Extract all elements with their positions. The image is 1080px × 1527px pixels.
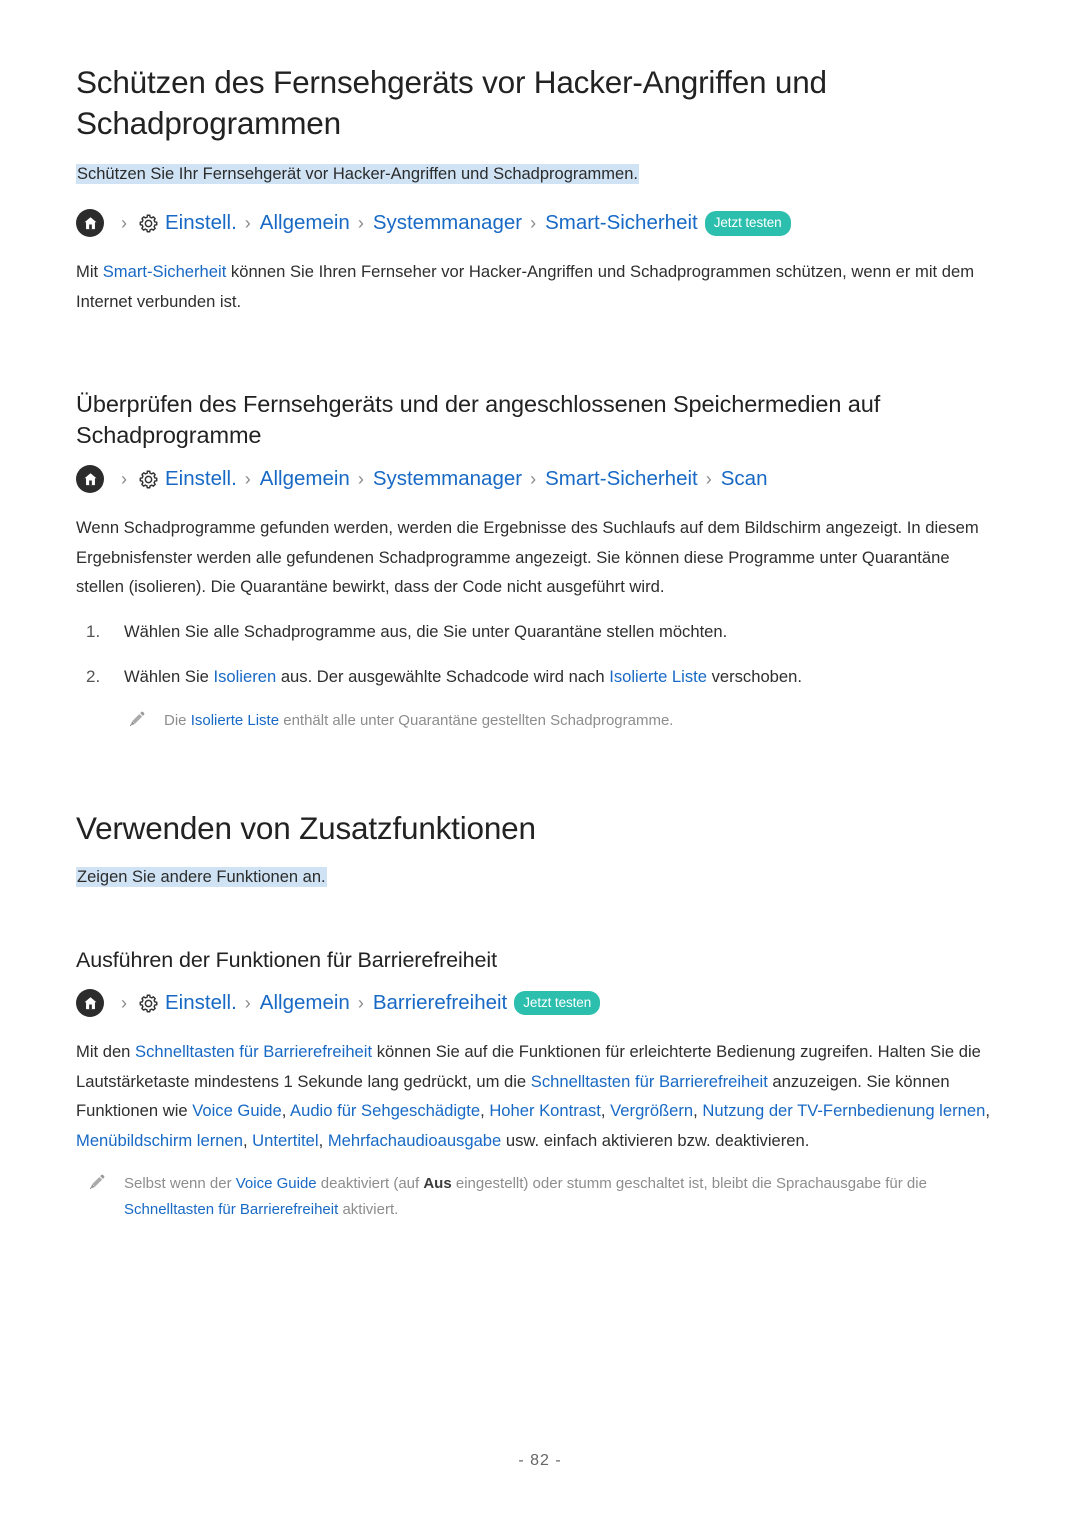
page-number: - 82 -	[518, 1452, 562, 1469]
breadcrumb-separator: ›	[357, 993, 364, 1014]
text-fragment: eingestellt) oder stumm geschaltet ist, …	[451, 1175, 927, 1193]
gear-icon[interactable]	[136, 991, 160, 1015]
breadcrumb-item-systemmanager[interactable]: Systemmanager	[373, 211, 522, 236]
steps-list: 1. Wählen Sie alle Schadprogramme aus, d…	[76, 618, 1020, 691]
breadcrumb-separator: ›	[530, 213, 537, 234]
section3-heading: Verwenden von Zusatzfunktionen	[76, 809, 536, 846]
inline-link-hoher-kontrast[interactable]: Hoher Kontrast	[489, 1101, 601, 1120]
text-fragment: ,	[242, 1130, 253, 1150]
breadcrumb-item-allgemein[interactable]: Allgemein	[260, 467, 350, 492]
breadcrumb-separator: ›	[121, 993, 127, 1014]
inline-link-smart-sicherheit[interactable]: Smart-Sicherheit	[103, 262, 227, 281]
text-fragment: Mit	[76, 262, 103, 282]
list-item: 2. Wählen Sie Isolieren aus. Der ausgewä…	[76, 663, 1020, 691]
text-fragment: Wählen Sie	[124, 666, 214, 686]
inline-link-audio-fuer-sehgeschaedigte[interactable]: Audio für Sehgeschädigte	[290, 1101, 480, 1120]
try-now-badge[interactable]: Jetzt testen	[514, 990, 601, 1016]
inline-link-voice-guide[interactable]: Voice Guide	[236, 1175, 317, 1192]
breadcrumb-item-allgemein[interactable]: Allgemein	[260, 991, 350, 1016]
text-fragment: verschoben.	[706, 666, 802, 686]
text-fragment: ,	[480, 1101, 490, 1121]
breadcrumb-item-scan[interactable]: Scan	[721, 467, 768, 492]
home-icon[interactable]	[76, 989, 104, 1018]
lead-highlight-wrapper: Schützen Sie Ihr Fernsehgerät vor Hacker…	[76, 162, 1020, 188]
page-title: Schützen des Fernsehgeräts vor Hacker-An…	[76, 64, 827, 141]
note-isolierte-liste: Die Isolierte Liste enthält alle unter Q…	[116, 708, 1020, 734]
breadcrumb-separator: ›	[357, 213, 364, 234]
gear-icon[interactable]	[136, 467, 160, 491]
note-voice-guide: Selbst wenn der Voice Guide deaktiviert …	[76, 1171, 1020, 1223]
text-fragment: ,	[600, 1101, 611, 1121]
breadcrumb-item-smart-sicherheit[interactable]: Smart-Sicherheit	[545, 467, 698, 492]
breadcrumb-separator: ›	[121, 469, 127, 489]
breadcrumb-separator: ›	[121, 213, 127, 234]
text-fragment: aktiviert.	[338, 1201, 399, 1219]
breadcrumb-item-barrierefreiheit[interactable]: Barrierefreiheit	[373, 991, 507, 1016]
text-fragment: Die	[164, 712, 191, 729]
pencil-icon	[88, 1173, 108, 1193]
breadcrumb-item-einstell[interactable]: Einstell.	[165, 467, 237, 492]
inline-link-tv-fernbedienung-lernen[interactable]: Nutzung der TV-Fernbedienung lernen	[702, 1101, 985, 1120]
breadcrumb-section2[interactable]: › Einstell. › Allgemein › Systemmanager …	[76, 465, 1020, 493]
inline-link-voice-guide[interactable]: Voice Guide	[192, 1101, 281, 1120]
inline-link-isolieren[interactable]: Isolieren	[213, 667, 276, 686]
breadcrumb-section1[interactable]: › Einstell. › Allgemein › Systemmanager …	[76, 209, 1020, 238]
text-fragment: Mit den	[76, 1042, 136, 1062]
note-value-aus: Aus	[423, 1175, 452, 1193]
inline-link-schnelltasten-barrierefreiheit[interactable]: Schnelltasten für Barrierefreiheit	[531, 1072, 768, 1091]
section2-heading: Überprüfen des Fernsehgeräts und der ang…	[76, 390, 881, 448]
inline-link-mehrfachaudioausgabe[interactable]: Mehrfachaudioausgabe	[328, 1131, 501, 1150]
inline-link-menuebildschirm-lernen[interactable]: Menübildschirm lernen	[76, 1131, 243, 1150]
breadcrumb-section3[interactable]: › Einstell. › Allgemein › Barrierefreihe…	[76, 989, 1020, 1018]
breadcrumb-separator: ›	[244, 993, 251, 1014]
section3-subheading: Ausführen der Funktionen für Barrierefre…	[76, 948, 497, 973]
home-icon[interactable]	[76, 209, 104, 238]
breadcrumb-item-systemmanager[interactable]: Systemmanager	[373, 467, 522, 492]
text-fragment: usw. einfach aktivieren bzw. deaktiviere…	[501, 1130, 810, 1150]
pencil-icon	[128, 710, 148, 730]
document-page: Schützen des Fernsehgeräts vor Hacker-An…	[0, 0, 1080, 1527]
text-fragment: enthält alle unter Quarantäne gestellten…	[279, 712, 674, 729]
breadcrumb-separator: ›	[357, 469, 364, 489]
lead-highlight-wrapper: Zeigen Sie andere Funktionen an.	[76, 865, 1020, 891]
step-number: 2.	[86, 666, 101, 686]
try-now-badge[interactable]: Jetzt testen	[704, 211, 791, 236]
section3-lead: Zeigen Sie andere Funktionen an.	[76, 866, 327, 887]
text-fragment: Selbst wenn der	[124, 1175, 236, 1193]
home-icon[interactable]	[76, 465, 104, 493]
inline-link-schnelltasten-barrierefreiheit[interactable]: Schnelltasten für Barrierefreiheit	[124, 1201, 338, 1218]
text-fragment: ,	[281, 1101, 291, 1121]
breadcrumb-separator: ›	[530, 469, 537, 489]
document-lead: Schützen Sie Ihr Fernsehgerät vor Hacker…	[76, 163, 639, 184]
breadcrumb-item-einstell[interactable]: Einstell.	[165, 991, 237, 1016]
text-fragment: ,	[318, 1130, 328, 1150]
text-fragment: deaktiviert (auf	[316, 1175, 424, 1193]
section2-paragraph: Wenn Schadprogramme gefunden werden, wer…	[76, 518, 979, 597]
text-fragment: ,	[985, 1101, 990, 1121]
breadcrumb-item-einstell[interactable]: Einstell.	[165, 211, 237, 236]
breadcrumb-separator: ›	[244, 213, 251, 234]
list-item: 1. Wählen Sie alle Schadprogramme aus, d…	[76, 618, 1020, 646]
section1-paragraph: Mit Smart-Sicherheit können Sie Ihren Fe…	[76, 257, 994, 316]
section3-paragraph: Mit den Schnelltasten für Barrierefreihe…	[76, 1037, 994, 1155]
inline-link-isolierte-liste[interactable]: Isolierte Liste	[191, 712, 279, 729]
gear-icon[interactable]	[136, 211, 160, 235]
inline-link-untertitel[interactable]: Untertitel	[252, 1131, 318, 1150]
breadcrumb-separator: ›	[244, 469, 251, 489]
breadcrumb-item-smart-sicherheit[interactable]: Smart-Sicherheit	[545, 211, 698, 236]
step-number: 1.	[86, 621, 101, 641]
inline-link-vergroessern[interactable]: Vergrößern	[610, 1101, 693, 1120]
breadcrumb-separator: ›	[705, 469, 712, 489]
step-text: Wählen Sie alle Schadprogramme aus, die …	[124, 621, 728, 641]
inline-link-isolierte-liste[interactable]: Isolierte Liste	[609, 667, 707, 686]
inline-link-schnelltasten-barrierefreiheit[interactable]: Schnelltasten für Barrierefreiheit	[135, 1042, 372, 1061]
text-fragment: aus. Der ausgewählte Schadcode wird nach	[276, 666, 610, 686]
breadcrumb-item-allgemein[interactable]: Allgemein	[260, 211, 350, 236]
